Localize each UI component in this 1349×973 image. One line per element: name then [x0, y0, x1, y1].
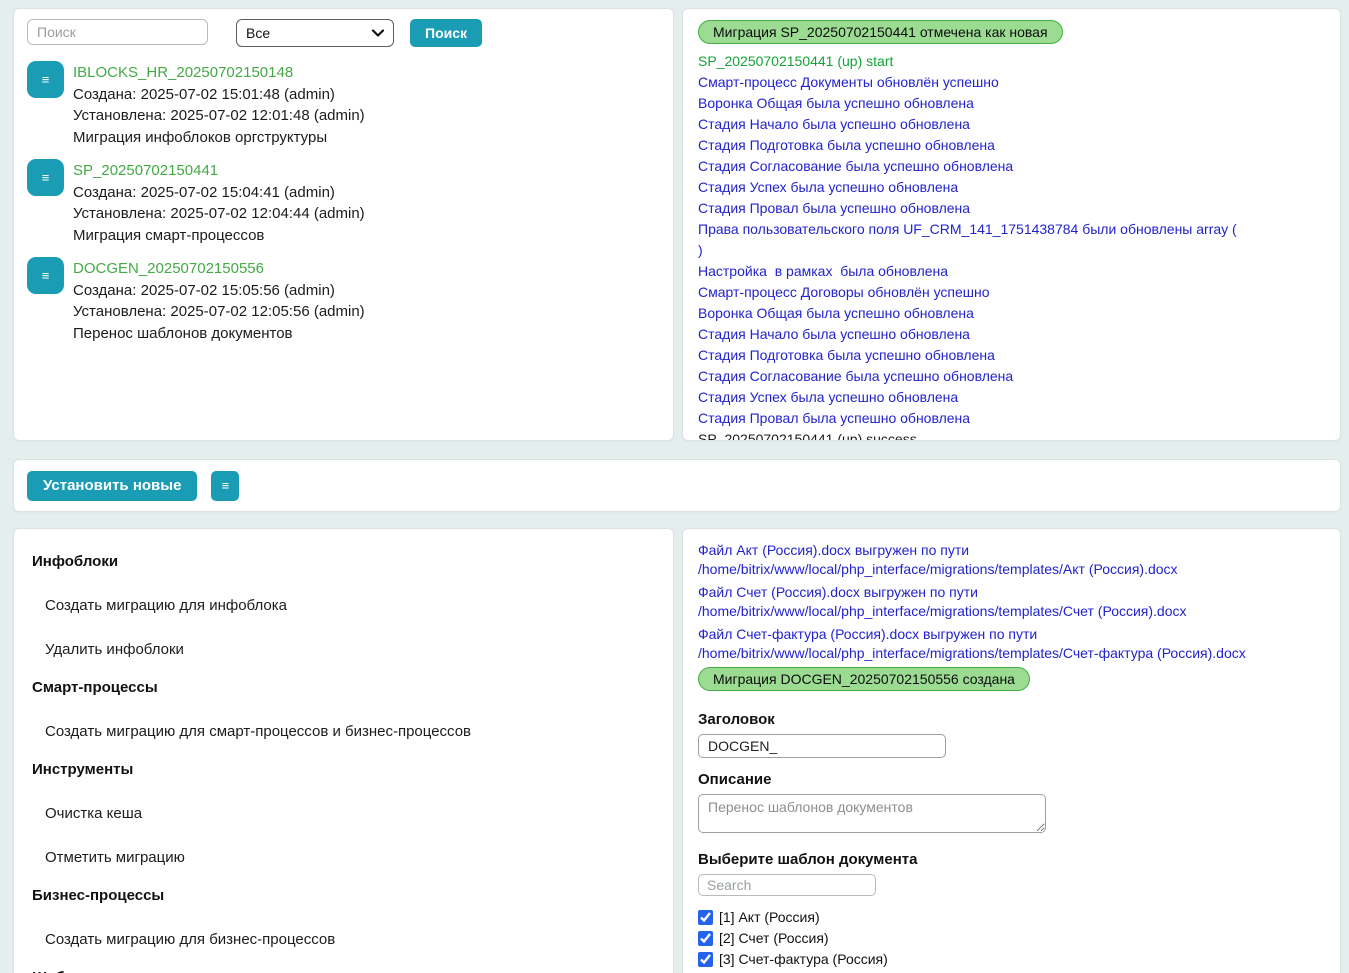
menu-icon: ≡ — [221, 478, 230, 493]
file-log-line: Файл Счет-фактура (Россия).docx выгружен… — [698, 626, 1246, 661]
migration-list: ≡ IBLOCKS_HR_20250702150148 Создана: 202… — [27, 61, 660, 344]
created-badge: Миграция DOCGEN_20250702150556 создана — [698, 667, 1030, 691]
menu-section-title: Шаблоны документов — [32, 969, 655, 973]
migration-menu-button[interactable]: ≡ — [27, 257, 64, 294]
log-line: Стадия Начало была успешно обновлена — [698, 326, 970, 342]
menu-section-title: Бизнес-процессы — [32, 887, 165, 904]
search-input[interactable] — [27, 19, 208, 45]
log-line: Стадия Согласование была успешно обновле… — [698, 158, 1014, 174]
file-log: Файл Акт (Россия).docx выгружен по пути … — [698, 541, 1325, 662]
menu-item[interactable]: Удалить инфоблоки — [24, 641, 663, 658]
title-label: Заголовок — [698, 711, 775, 728]
migration-installed: Установлена: 2025-07-02 12:05:56 (admin) — [73, 303, 365, 320]
log-line: Стадия Подготовка была успешно обновлена — [698, 347, 995, 363]
migration-menu-button[interactable]: ≡ — [27, 61, 64, 98]
migration-created: Создана: 2025-07-02 15:05:56 (admin) — [73, 281, 335, 299]
menu-item[interactable]: Создать миграцию для инфоблока — [24, 597, 663, 614]
menu-section-title: Инфоблоки — [32, 553, 119, 570]
log-line: Стадия Успех была успешно обновлена — [698, 389, 959, 405]
log-line: Настройка в рамках была обновлена — [698, 263, 949, 279]
menu-icon: ≡ — [41, 72, 50, 87]
migration-list-panel: Все Поиск ≡ IBLOCKS_HR_20250702150148 Со… — [13, 8, 674, 441]
template-label: [2] Счет (Россия) — [719, 930, 829, 946]
log-line: Воронка Общая была успешно обновлена — [698, 95, 974, 111]
menu-item[interactable]: Создать миграцию для смарт-процессов и б… — [24, 723, 663, 740]
log-line: Стадия Начало была успешно обновлена — [698, 116, 970, 132]
status-badge: Миграция SP_20250702150441 отмечена как … — [698, 20, 1063, 44]
template-label: [1] Акт (Россия) — [719, 909, 820, 925]
migration-name-link[interactable]: SP_20250702150441 — [73, 160, 218, 182]
migration-info: IBLOCKS_HR_20250702150148 Создана: 2025-… — [73, 61, 365, 148]
log-line: Права пользовательского поля UF_CRM_141_… — [698, 221, 1237, 258]
migration-installed: Установлена: 2025-07-02 12:01:48 (admin) — [73, 107, 365, 124]
log-line: Стадия Подготовка была успешно обновлена — [698, 137, 995, 153]
migration-menu-button[interactable]: ≡ — [27, 159, 64, 196]
log-line: Стадия Согласование была успешно обновле… — [698, 368, 1014, 384]
log-line: Стадия Провал была успешно обновлена — [698, 410, 971, 426]
description-label: Описание — [698, 771, 772, 788]
migration-name-link[interactable]: IBLOCKS_HR_20250702150148 — [73, 62, 293, 84]
log-line: Смарт-процесс Договоры обновлён успешно — [698, 284, 990, 300]
builder-form-panel: Файл Акт (Россия).docx выгружен по пути … — [682, 528, 1341, 973]
menu-section-title: Смарт-процессы — [32, 679, 158, 696]
menu-icon: ≡ — [41, 268, 50, 283]
template-row[interactable]: [2] Счет (Россия) — [698, 930, 1325, 946]
log-line: Воронка Общая была успешно обновлена — [698, 305, 974, 321]
template-checkbox[interactable] — [698, 930, 713, 946]
migration-name-link[interactable]: DOCGEN_20250702150556 — [73, 258, 264, 280]
file-log-line: Файл Счет (Россия).docx выгружен по пути… — [698, 584, 1187, 619]
template-checkbox[interactable] — [698, 909, 713, 925]
migration-log-panel: Миграция SP_20250702150441 отмечена как … — [682, 8, 1341, 441]
log-list: SP_20250702150441 (up) start Смарт-проце… — [698, 51, 1325, 441]
log-line: SP_20250702150441 (up) success — [698, 431, 917, 441]
install-new-button[interactable]: Установить новые — [27, 470, 198, 501]
filter-select[interactable]: Все — [236, 19, 394, 47]
migrations-admin-page: Все Поиск ≡ IBLOCKS_HR_20250702150148 Со… — [0, 0, 1349, 973]
template-label: [3] Счет-фактура (Россия) — [719, 951, 888, 967]
migration-search-toolbar: Все Поиск — [27, 19, 660, 47]
template-search-input[interactable] — [698, 874, 876, 896]
toolbar-menu-button[interactable]: ≡ — [211, 470, 240, 501]
description-textarea[interactable]: Перенос шаблонов документов — [698, 794, 1046, 833]
template-row[interactable]: [3] Счет-фактура (Россия) — [698, 951, 1325, 967]
search-button[interactable]: Поиск — [410, 19, 483, 47]
template-select-label: Выберите шаблон документа — [698, 851, 918, 868]
menu-section-title: Инструменты — [32, 761, 134, 778]
menu-item[interactable]: Очистка кеша — [24, 805, 663, 822]
builders-menu-panel: Инфоблоки Создать миграцию для инфоблока… — [13, 528, 674, 973]
log-line: Стадия Провал была успешно обновлена — [698, 200, 971, 216]
log-line: Стадия Успех была успешно обновлена — [698, 179, 959, 195]
migration-list-item: ≡ IBLOCKS_HR_20250702150148 Создана: 202… — [27, 61, 660, 148]
menu-item[interactable]: Отметить миграцию — [24, 849, 663, 866]
menu-item[interactable]: Создать миграцию для бизнес-процессов — [24, 931, 663, 948]
migration-description: Перенос шаблонов документов — [73, 324, 293, 342]
template-row[interactable]: [1] Акт (Россия) — [698, 909, 1325, 925]
log-line: Смарт-процесс Документы обновлён успешно — [698, 74, 999, 90]
file-log-line: Файл Акт (Россия).docx выгружен по пути … — [698, 542, 1178, 577]
migration-created: Создана: 2025-07-02 15:04:41 (admin) — [73, 183, 335, 201]
actions-toolbar: Установить новые ≡ — [13, 459, 1341, 512]
template-checkbox-list: [1] Акт (Россия) [2] Счет (Россия) [3] С… — [698, 909, 1325, 973]
migration-list-item: ≡ DOCGEN_20250702150556 Создана: 2025-07… — [27, 257, 660, 344]
title-input[interactable] — [698, 734, 946, 758]
migration-list-item: ≡ SP_20250702150441 Создана: 2025-07-02 … — [27, 159, 660, 246]
migration-created: Создана: 2025-07-02 15:01:48 (admin) — [73, 85, 335, 103]
migration-description: Миграция инфоблоков оргструктуры — [73, 128, 328, 146]
menu-icon: ≡ — [41, 170, 50, 185]
migration-installed: Установлена: 2025-07-02 12:04:44 (admin) — [73, 205, 365, 222]
migration-info: SP_20250702150441 Создана: 2025-07-02 15… — [73, 159, 365, 246]
migration-description: Миграция смарт-процессов — [73, 226, 265, 244]
filter-select-wrap: Все — [236, 19, 394, 47]
template-checkbox[interactable] — [698, 951, 713, 967]
migration-info: DOCGEN_20250702150556 Создана: 2025-07-0… — [73, 257, 365, 344]
log-line: SP_20250702150441 (up) start — [698, 53, 894, 69]
